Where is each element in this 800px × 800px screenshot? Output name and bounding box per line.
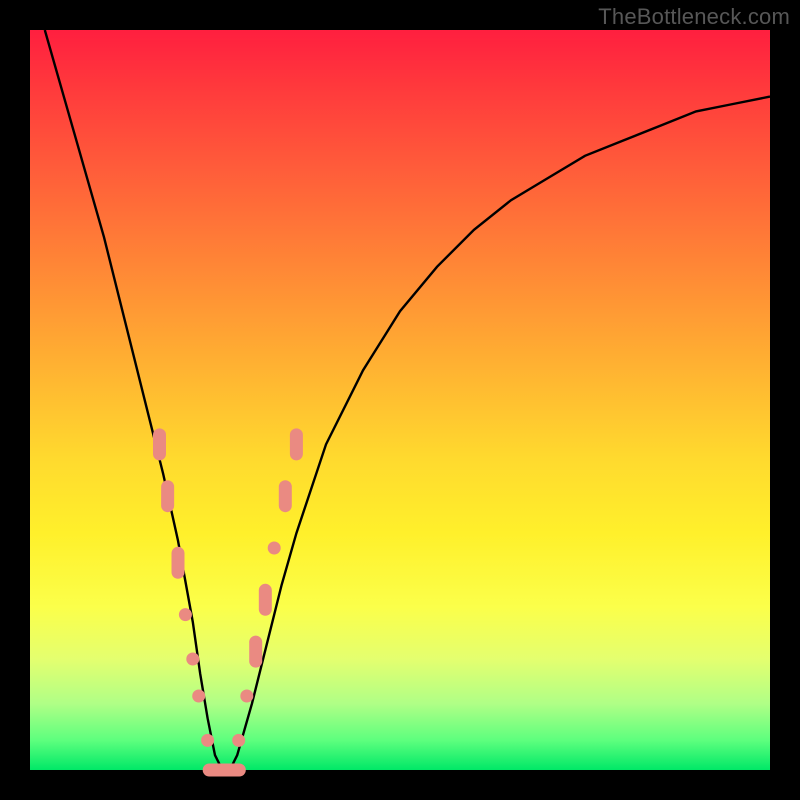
marker-dot (186, 653, 199, 666)
marker-capsule (259, 584, 272, 616)
marker-dot (179, 608, 192, 621)
marker-dot (201, 734, 214, 747)
marker-capsule (290, 428, 303, 460)
marker-capsule (172, 547, 185, 579)
watermark-text: TheBottleneck.com (598, 4, 790, 30)
marker-capsule (161, 480, 174, 512)
marker-dot (232, 734, 245, 747)
marker-capsule (279, 480, 292, 512)
chart-frame: TheBottleneck.com (0, 0, 800, 800)
curve-markers (153, 428, 303, 776)
marker-dot (268, 542, 281, 555)
marker-dot (240, 690, 253, 703)
marker-dot (192, 690, 205, 703)
marker-capsule (153, 428, 166, 460)
bottleneck-curve (45, 30, 770, 770)
marker-capsule (249, 636, 262, 668)
chart-svg (30, 30, 770, 770)
marker-capsule (214, 764, 246, 777)
plot-area (30, 30, 770, 770)
